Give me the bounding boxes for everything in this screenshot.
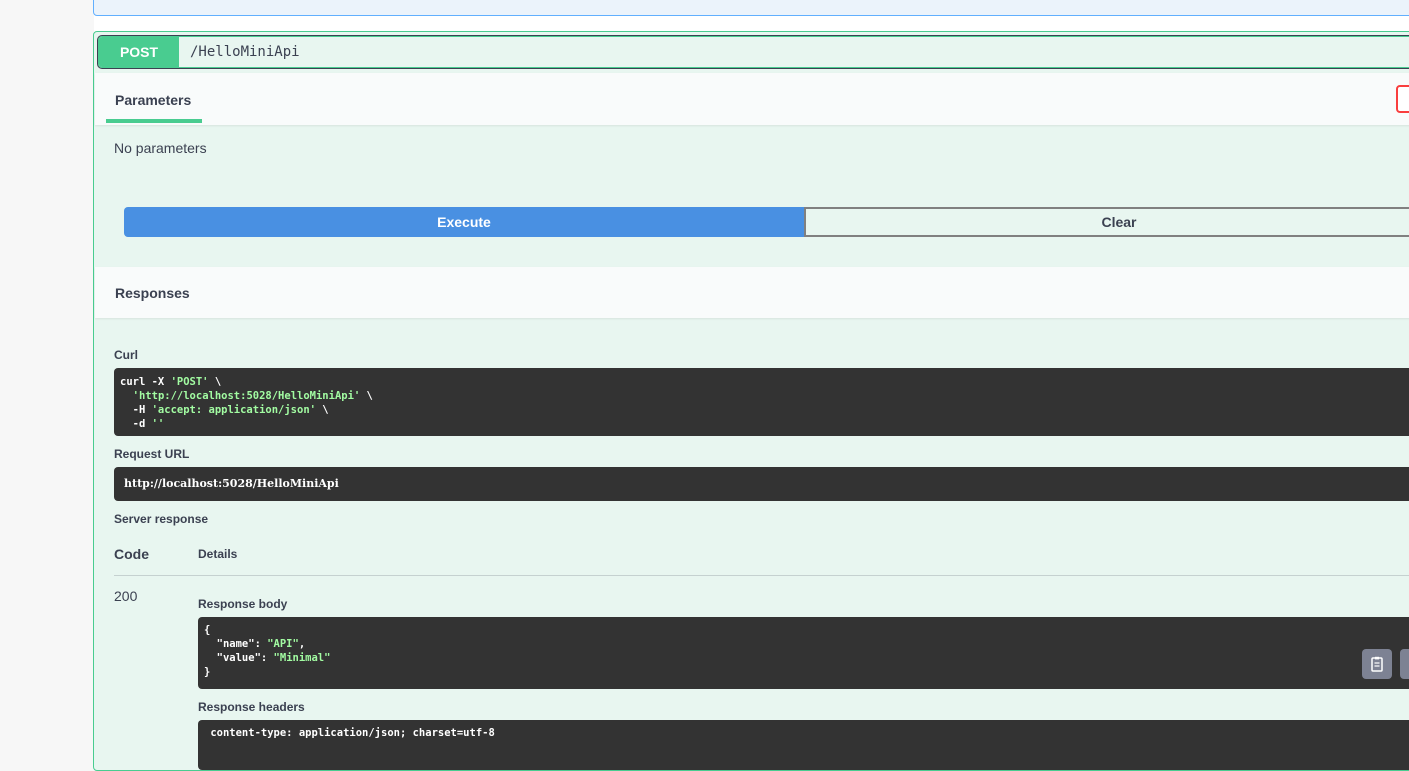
responses-header: Responses [95,267,1409,318]
server-response-label: Server response [114,512,209,526]
curl-code-block[interactable]: curl -X 'POST' \ 'http://localhost:5028/… [114,368,1409,436]
details-column-header: Details [198,547,238,561]
request-url-label: Request URL [114,447,190,461]
response-body-line: "name": "API", [204,638,306,650]
download-button[interactable] [1400,649,1409,679]
execute-button[interactable]: Execute [124,207,804,237]
cancel-try-out-button[interactable] [1396,85,1409,113]
status-code: 200 [114,588,138,604]
response-body-label: Response body [198,597,288,611]
request-url-block[interactable]: http://localhost:5028/HelloMiniApi [114,467,1409,501]
response-headers-label: Response headers [198,700,305,714]
active-tab-indicator [106,119,202,123]
response-body-block[interactable]: { "name": "API", "value": "Minimal"} [198,617,1409,689]
previous-operation-block [93,0,1409,16]
clear-button[interactable]: Clear [804,207,1409,237]
post-operation-block: POST /HelloMiniApi Parameters No paramet… [93,31,1409,771]
operation-summary[interactable]: POST /HelloMiniApi [97,35,1409,69]
response-headers-block[interactable]: content-type: application/json; charset=… [198,720,1409,770]
responses-title: Responses [115,285,190,301]
curl-label: Curl [114,348,138,362]
curl-line: 'http://localhost:5028/HelloMiniApi' \ [132,390,373,402]
execute-wrapper: Execute Clear [124,207,1409,237]
curl-line: curl -X 'POST' \ [120,376,222,388]
response-body-line: "value": "Minimal" [204,652,331,664]
left-gutter [0,0,94,736]
curl-line: -d '' [120,418,165,430]
response-body-line: } [204,666,211,678]
parameters-header: Parameters [95,73,1409,125]
curl-line: -H 'accept: application/json' \ [120,404,329,416]
response-body-line: { [204,624,211,636]
code-column-header: Code [114,546,149,562]
method-badge: POST [99,37,179,67]
operation-path: /HelloMiniApi [190,44,300,60]
no-parameters-text: No parameters [114,140,207,156]
table-divider [114,575,1409,576]
clipboard-icon [1371,656,1383,672]
tab-parameters[interactable]: Parameters [115,92,191,108]
copy-to-clipboard-button[interactable] [1362,649,1392,679]
